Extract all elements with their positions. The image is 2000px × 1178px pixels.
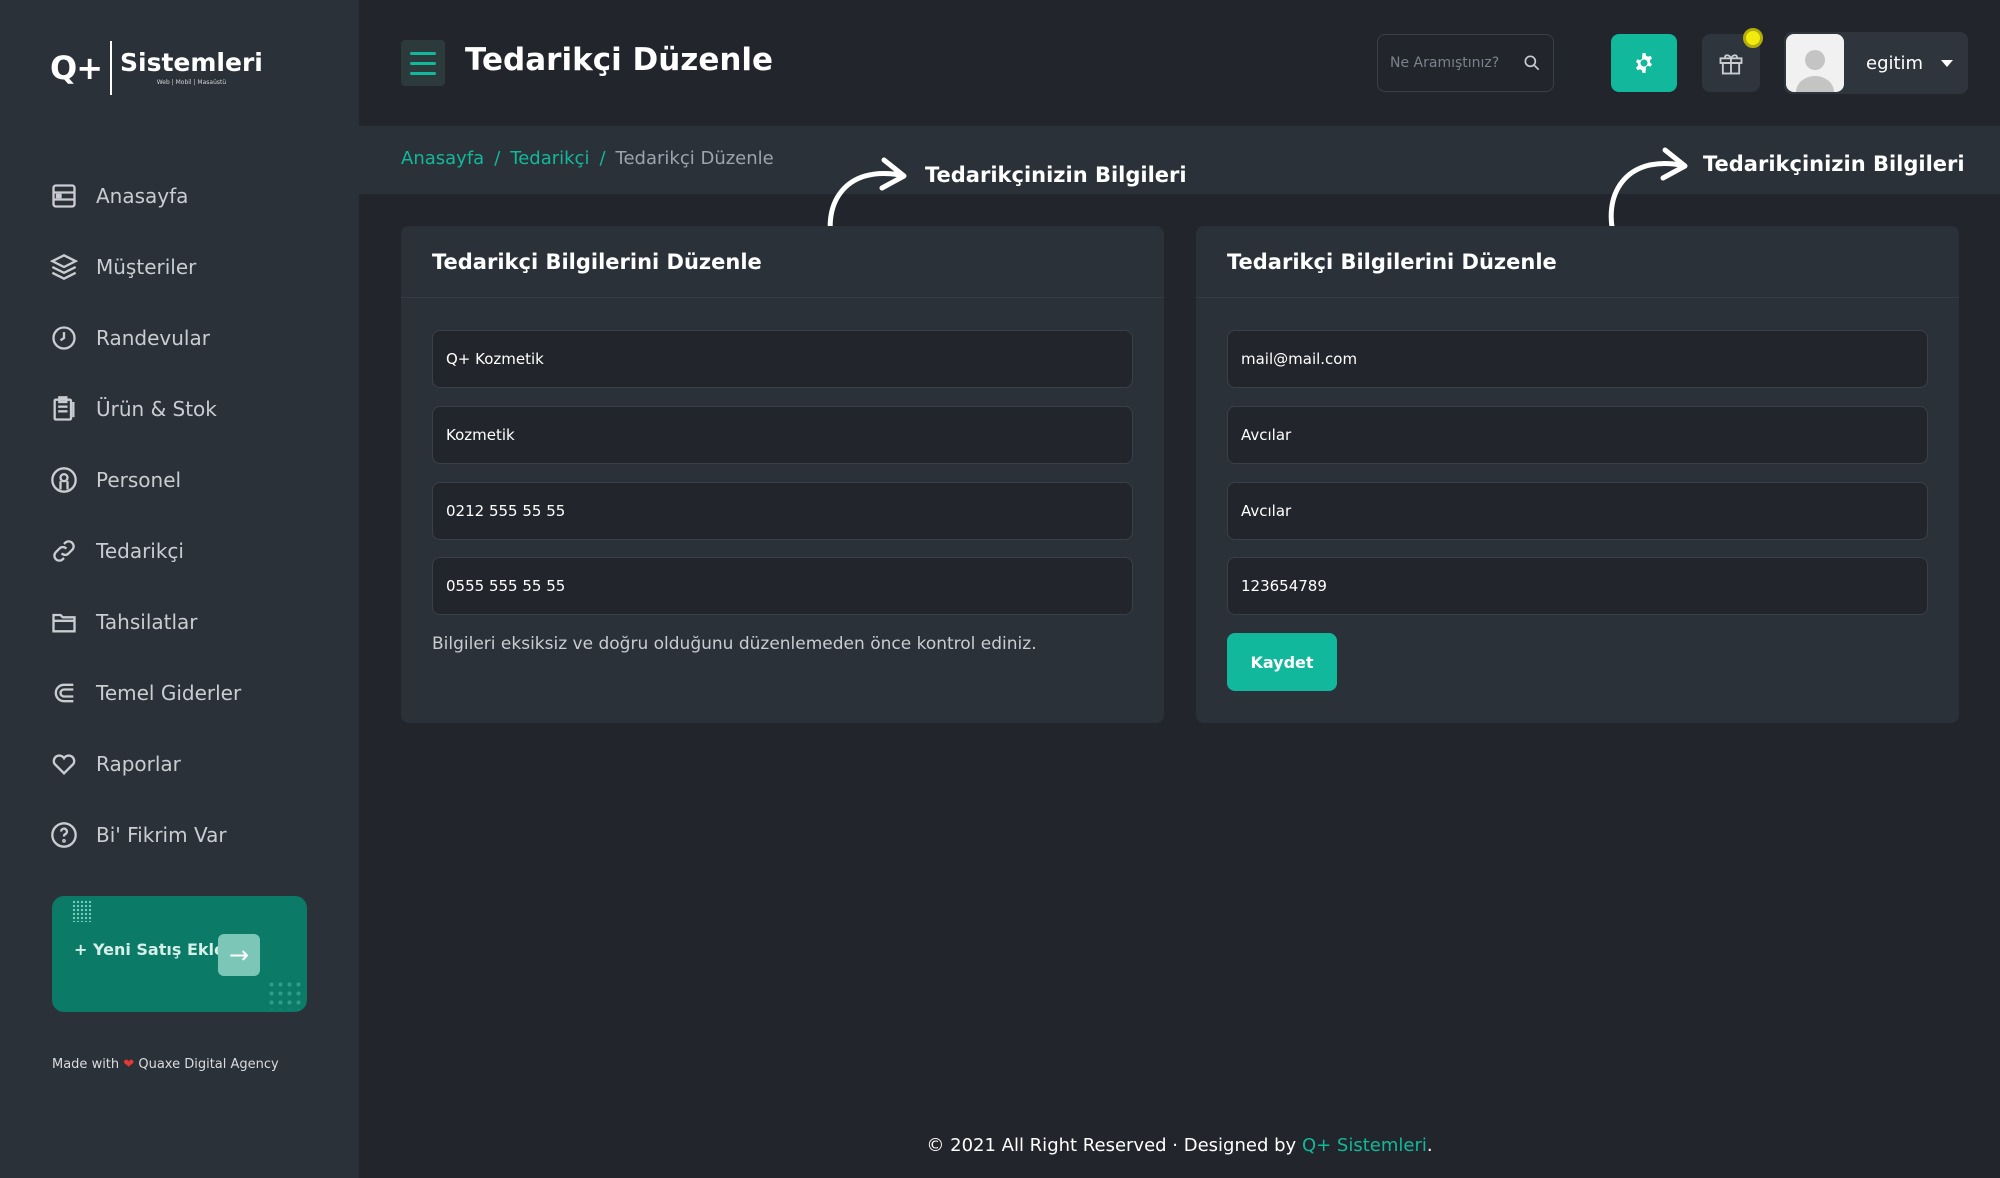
sidebar-item-label: Raporlar	[96, 751, 181, 776]
dashboard-icon	[50, 182, 78, 210]
save-button[interactable]: Kaydet	[1227, 633, 1337, 691]
email-field[interactable]	[1227, 330, 1928, 388]
user-silhouette-icon	[1796, 50, 1834, 92]
arrow-right-icon[interactable]: →	[218, 934, 260, 976]
breadcrumb-separator: /	[494, 148, 501, 169]
logo-mark: Q+	[50, 49, 103, 87]
card-title: Tedarikçi Bilgilerini Düzenle	[432, 250, 762, 274]
district-field[interactable]	[1227, 406, 1928, 464]
sidebar-item-musteriler[interactable]: Müşteriler	[50, 231, 310, 302]
user-menu[interactable]: egitim	[1784, 32, 1968, 94]
divider	[401, 297, 1164, 298]
annotation-label-left: Tedarikçinizin Bilgileri	[925, 163, 1187, 187]
phone-field[interactable]	[432, 482, 1133, 540]
menu-icon-bar	[410, 51, 436, 55]
annotation-label-right: Tedarikçinizin Bilgileri	[1703, 152, 1965, 176]
dots-pattern	[72, 900, 92, 922]
footer-end: .	[1426, 1135, 1433, 1156]
sidebar-item-label: Anasayfa	[96, 183, 189, 208]
logo-text: Sistemleri	[120, 48, 263, 77]
breadcrumb: Anasayfa / Tedarikçi / Tedarikçi Düzenle	[401, 148, 774, 169]
logo-subtitle: Web | Mobil | Masaüstü	[156, 79, 227, 86]
menu-icon-bar	[410, 61, 436, 65]
gear-icon	[1636, 53, 1652, 73]
supplier-info-card-right: Tedarikçi Bilgilerini Düzenle Kaydet	[1196, 226, 1959, 723]
heart-icon: ❤	[123, 1057, 135, 1072]
dots-pattern	[267, 980, 303, 1010]
magnet-icon	[50, 679, 78, 707]
breadcrumb-separator: /	[599, 148, 606, 169]
logo-divider	[110, 41, 113, 95]
clock-icon	[50, 324, 78, 352]
sidebar-item-anasayfa[interactable]: Anasayfa	[50, 160, 310, 231]
layers-icon	[50, 253, 78, 281]
card-title: Tedarikçi Bilgilerini Düzenle	[1227, 250, 1557, 274]
new-sale-label: + Yeni Satış Ekle	[74, 940, 225, 959]
sidebar-item-temel-giderler[interactable]: Temel Giderler	[50, 657, 310, 728]
search-box	[1377, 34, 1554, 92]
made-with-prefix: Made with	[52, 1057, 120, 1072]
address-field[interactable]	[1227, 482, 1928, 540]
logo[interactable]: Q+ Sistemleri Web | Mobil | Masaüstü	[50, 40, 263, 96]
user-name: egitim	[1866, 52, 1924, 74]
search-input[interactable]	[1390, 55, 1520, 71]
chevron-down-icon	[1941, 59, 1954, 67]
gift-icon	[1719, 54, 1743, 75]
sidebar-item-tedarikci[interactable]: Tedarikçi	[50, 515, 310, 586]
company-name-field[interactable]	[432, 330, 1133, 388]
sidebar-item-tahsilatlar[interactable]: Tahsilatlar	[50, 586, 310, 657]
sidebar-item-label: Bi' Fikrim Var	[96, 822, 227, 847]
sidebar: Q+ Sistemleri Web | Mobil | Masaüstü Ana…	[0, 0, 359, 1178]
made-with-credit: Made with ❤ Quaxe Digital Agency	[52, 1057, 279, 1072]
tax-number-field[interactable]	[1227, 557, 1928, 615]
footer-text: © 2021 All Right Reserved · Designed by	[926, 1135, 1297, 1156]
breadcrumb-current: Tedarikçi Düzenle	[615, 148, 774, 169]
sidebar-item-personel[interactable]: Personel	[50, 444, 310, 515]
sidebar-item-randevular[interactable]: Randevular	[50, 302, 310, 373]
sidebar-nav: Anasayfa Müşteriler Randevular Ürün & St…	[50, 160, 310, 870]
avatar	[1786, 34, 1844, 92]
user-circle-icon	[50, 466, 78, 494]
settings-button[interactable]	[1611, 34, 1677, 92]
sidebar-item-label: Tedarikçi	[96, 538, 184, 563]
sidebar-item-label: Müşteriler	[96, 254, 197, 279]
heart-icon	[50, 750, 78, 778]
mobile-phone-field[interactable]	[432, 557, 1133, 615]
sidebar-item-label: Tahsilatlar	[96, 609, 198, 634]
breadcrumb-section[interactable]: Tedarikçi	[510, 148, 589, 169]
sidebar-item-raporlar[interactable]: Raporlar	[50, 728, 310, 799]
footer: © 2021 All Right Reserved · Designed by …	[359, 1135, 2000, 1156]
menu-icon-bar	[410, 71, 436, 75]
sidebar-item-bi-fikrim-var[interactable]: Bi' Fikrim Var	[50, 799, 310, 870]
sidebar-item-urun-stok[interactable]: Ürün & Stok	[50, 373, 310, 444]
footer-brand-link[interactable]: Q+ Sistemleri	[1302, 1135, 1427, 1156]
category-field[interactable]	[432, 406, 1133, 464]
sidebar-item-label: Personel	[96, 467, 182, 492]
clipboard-icon	[50, 395, 78, 423]
help-circle-icon	[50, 821, 78, 849]
logo-text-wrap: Sistemleri Web | Mobil | Masaüstü	[120, 50, 263, 86]
notification-dot	[1743, 28, 1763, 48]
new-sale-card[interactable]: + Yeni Satış Ekle →	[52, 896, 307, 1012]
supplier-info-card-left: Tedarikçi Bilgilerini Düzenle Bilgileri …	[401, 226, 1164, 723]
top-header: Tedarikçi Düzenle egitim	[359, 0, 2000, 126]
agency-name: Quaxe Digital Agency	[138, 1057, 279, 1072]
menu-toggle-button[interactable]	[401, 40, 445, 86]
sidebar-item-label: Ürün & Stok	[96, 396, 217, 421]
page-title: Tedarikçi Düzenle	[465, 42, 774, 78]
search-icon[interactable]	[1522, 53, 1542, 73]
sidebar-item-label: Randevular	[96, 325, 210, 350]
folder-icon	[50, 608, 78, 636]
link-icon	[50, 537, 78, 565]
sidebar-item-label: Temel Giderler	[96, 680, 242, 705]
divider	[1196, 297, 1959, 298]
breadcrumb-home[interactable]: Anasayfa	[401, 148, 484, 169]
form-note: Bilgileri eksiksiz ve doğru olduğunu düz…	[432, 634, 1037, 654]
